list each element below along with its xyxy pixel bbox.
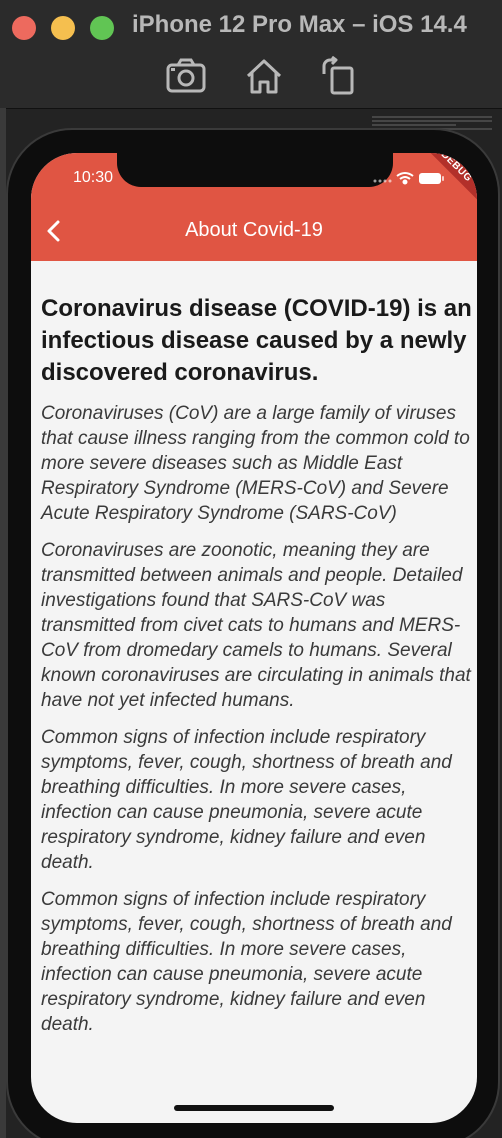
article-paragraph: Coronaviruses (CoV) are a large family o… <box>41 403 470 524</box>
signal-icon <box>373 179 392 183</box>
simulator-title: iPhone 12 Pro Max – iOS 14.4 <box>132 11 467 38</box>
article-content: Coronavirus disease (COVID-19) is an inf… <box>41 293 473 1049</box>
status-time: 10:30 <box>73 169 114 186</box>
close-window-button[interactable] <box>12 16 36 40</box>
minimize-window-button[interactable] <box>51 16 75 40</box>
simulator-titlebar: iPhone 12 Pro Max – iOS 14.4 <box>0 0 502 109</box>
article-paragraph: Coronaviruses are zoonotic, meaning they… <box>41 540 471 711</box>
battery-icon <box>419 173 444 184</box>
notch <box>117 153 393 187</box>
status-icons <box>371 171 451 185</box>
phone-screen: 10:30 DEBUG About Covid-19 Coronavirus d… <box>31 153 477 1123</box>
rotate-icon[interactable] <box>316 55 360 96</box>
home-icon[interactable] <box>242 56 286 96</box>
article-paragraph: Common signs of infection include respir… <box>41 889 452 1035</box>
article-paragraph: Common signs of infection include respir… <box>41 727 452 873</box>
app-bar: 10:30 DEBUG About Covid-19 <box>31 153 477 261</box>
app-title: About Covid-19 <box>185 219 323 241</box>
wifi-icon <box>396 172 414 185</box>
article-headline: Coronavirus disease (COVID-19) is an inf… <box>41 295 472 386</box>
home-indicator[interactable] <box>174 1105 334 1111</box>
maximize-window-button[interactable] <box>90 16 114 40</box>
simulator-window: iPhone 12 Pro Max – iOS 14.4 10:30 DEBUG… <box>0 0 502 1138</box>
camera-icon[interactable] <box>164 56 208 96</box>
